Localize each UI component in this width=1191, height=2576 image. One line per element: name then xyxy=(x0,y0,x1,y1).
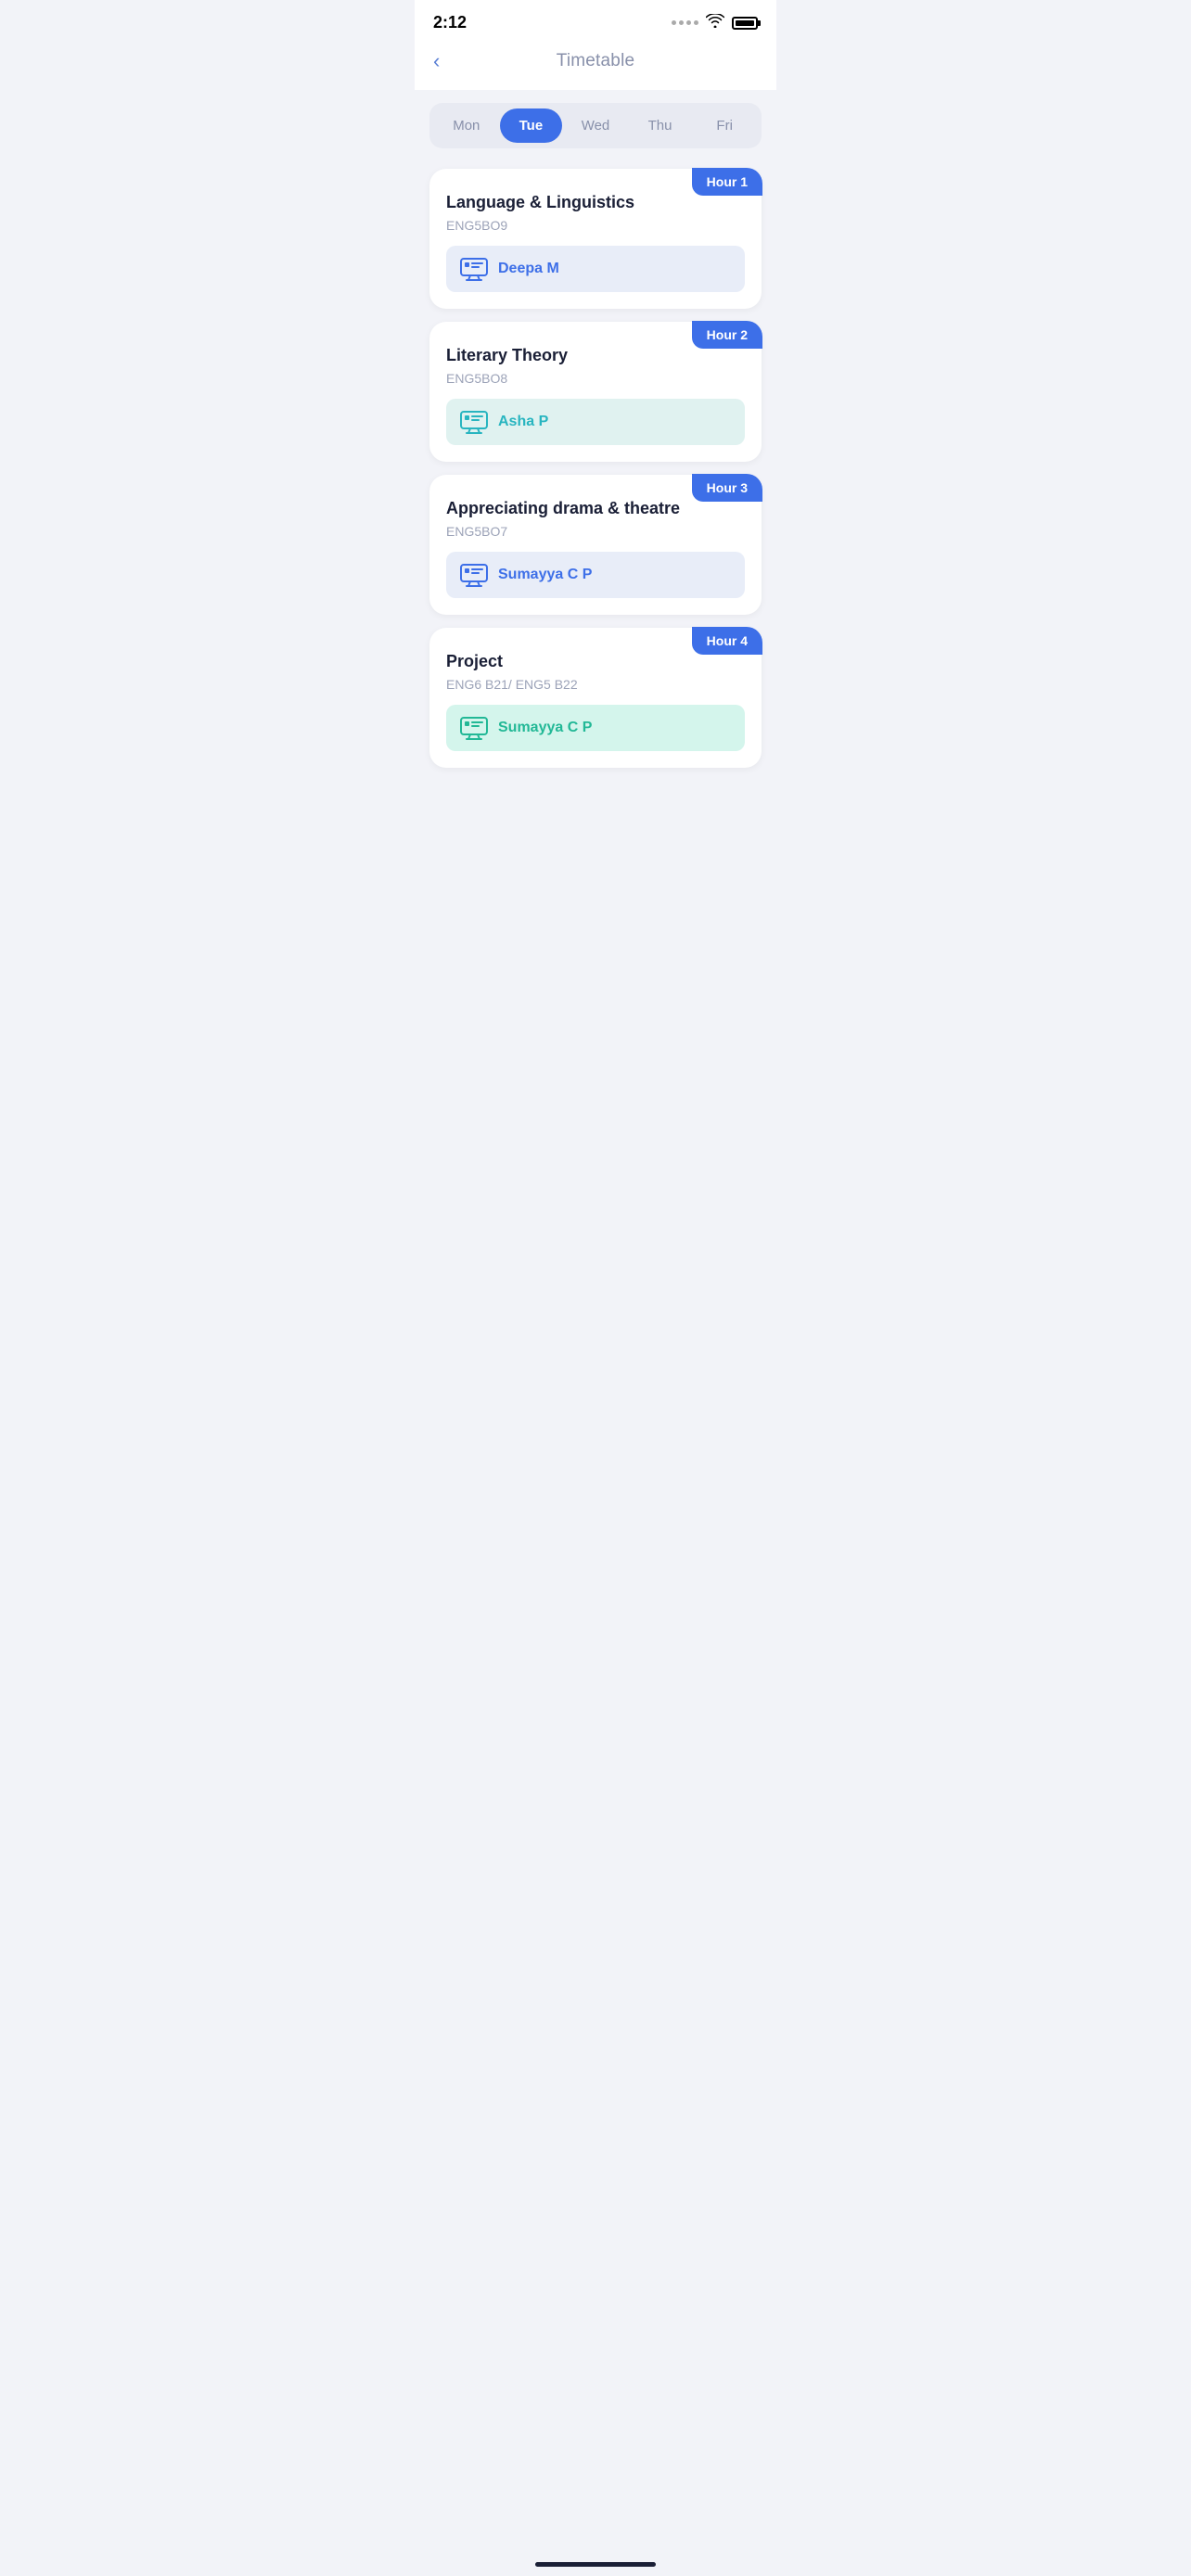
signal-icon xyxy=(672,20,698,25)
page-title: Timetable xyxy=(557,51,635,71)
tab-thu[interactable]: Thu xyxy=(629,108,692,143)
status-bar: 2:12 xyxy=(415,0,776,38)
home-bar xyxy=(535,2562,656,2567)
hour-badge-3: Hour 3 xyxy=(692,474,762,502)
class-card-1: Hour 1 Language & Linguistics ENG5BO9 De… xyxy=(429,169,762,309)
class-code-4: ENG6 B21/ ENG5 B22 xyxy=(446,677,745,692)
back-button[interactable]: ‹ xyxy=(433,49,440,73)
header: ‹ Timetable xyxy=(415,38,776,90)
class-name-2: Literary Theory xyxy=(446,346,745,365)
class-code-3: ENG5BO7 xyxy=(446,524,745,539)
teacher-name-1: Deepa M xyxy=(498,261,559,277)
class-name-4: Project xyxy=(446,652,745,671)
hour-badge-1: Hour 1 xyxy=(692,168,762,196)
monitor-icon-1 xyxy=(459,257,489,281)
monitor-icon-2 xyxy=(459,410,489,434)
teacher-name-2: Asha P xyxy=(498,414,548,430)
teacher-row-3[interactable]: Sumayya C P xyxy=(446,552,745,598)
class-code-2: ENG5BO8 xyxy=(446,371,745,386)
teacher-row-4[interactable]: Sumayya C P xyxy=(446,705,745,751)
teacher-name-3: Sumayya C P xyxy=(498,567,592,583)
teacher-row-1[interactable]: Deepa M xyxy=(446,246,745,292)
day-tabs: Mon Tue Wed Thu Fri xyxy=(429,103,762,148)
monitor-icon-3 xyxy=(459,563,489,587)
class-card-4: Hour 4 Project ENG6 B21/ ENG5 B22 Sumayy… xyxy=(429,628,762,768)
class-code-1: ENG5BO9 xyxy=(446,218,745,233)
class-name-3: Appreciating drama & theatre xyxy=(446,499,745,518)
class-list: Hour 1 Language & Linguistics ENG5BO9 De… xyxy=(415,161,776,805)
day-tabs-wrapper: Mon Tue Wed Thu Fri xyxy=(415,90,776,161)
class-name-1: Language & Linguistics xyxy=(446,193,745,212)
tab-wed[interactable]: Wed xyxy=(564,108,627,143)
teacher-row-2[interactable]: Asha P xyxy=(446,399,745,445)
hour-badge-2: Hour 2 xyxy=(692,321,762,349)
monitor-icon-4 xyxy=(459,716,489,740)
tab-mon[interactable]: Mon xyxy=(435,108,498,143)
class-card-2: Hour 2 Literary Theory ENG5BO8 Asha P xyxy=(429,322,762,462)
status-time: 2:12 xyxy=(433,13,467,32)
hour-badge-4: Hour 4 xyxy=(692,627,762,655)
wifi-icon xyxy=(706,14,724,32)
status-icons xyxy=(672,14,758,32)
battery-icon xyxy=(732,17,758,30)
tab-fri[interactable]: Fri xyxy=(693,108,756,143)
tab-tue[interactable]: Tue xyxy=(500,108,563,143)
class-card-3: Hour 3 Appreciating drama & theatre ENG5… xyxy=(429,475,762,615)
teacher-name-4: Sumayya C P xyxy=(498,720,592,736)
